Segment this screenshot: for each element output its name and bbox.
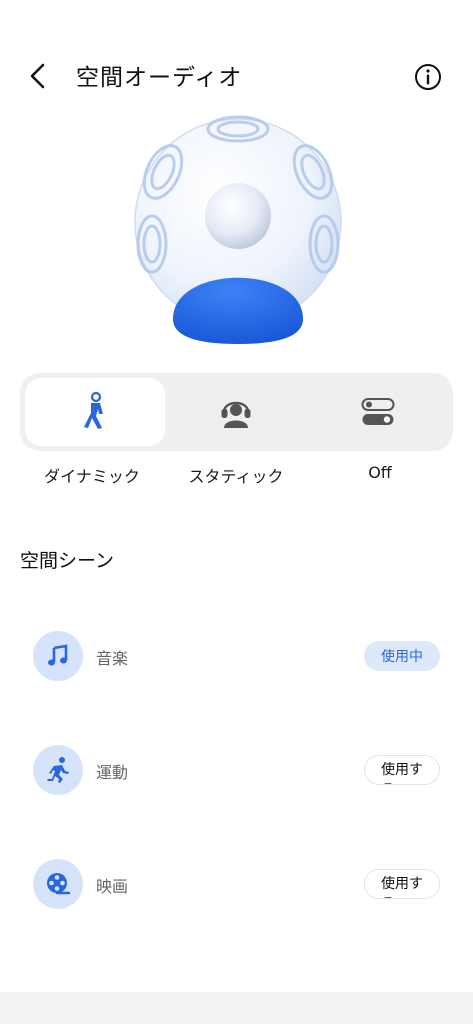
music-note-icon [48, 644, 68, 666]
scenes-section-title: 空間シーン [20, 550, 115, 572]
film-reel-icon [47, 873, 71, 895]
scene-status-badge[interactable]: 使用中 [364, 641, 440, 671]
mode-static-button[interactable] [166, 378, 306, 446]
info-circle-icon [415, 64, 441, 90]
chevron-left-icon [30, 63, 45, 89]
headset-person-icon [221, 401, 251, 428]
scene-icon-wrap [33, 745, 83, 795]
mode-dynamic-label: ダイナミック [44, 467, 140, 486]
page-title: 空間オーディオ [76, 65, 243, 91]
toggle-switches-icon [361, 398, 395, 425]
mode-static-label: スタティック [188, 467, 284, 486]
walking-person-icon [84, 392, 103, 429]
info-button[interactable] [412, 61, 444, 93]
scene-use-button[interactable]: 使用す る [364, 869, 440, 899]
scene-label: 音楽 [96, 649, 129, 668]
scene-row-music[interactable]: 音楽 使用中 [0, 627, 473, 687]
bottom-system-bar [0, 992, 473, 1024]
mode-selector [20, 373, 453, 451]
back-button[interactable] [22, 60, 54, 92]
running-icon [47, 757, 69, 783]
scene-label: 映画 [96, 877, 129, 896]
scene-icon-wrap [33, 859, 83, 909]
scene-label: 運動 [96, 763, 129, 782]
scene-use-button[interactable]: 使用す る [364, 755, 440, 785]
scene-icon-wrap [33, 631, 83, 681]
mode-dynamic-button[interactable] [25, 378, 165, 446]
scene-row-movie[interactable]: 映画 使用す る [0, 855, 473, 915]
mode-off-button[interactable] [308, 378, 448, 446]
spatial-audio-illustration [118, 104, 358, 354]
scene-row-sports[interactable]: 運動 使用す る [0, 741, 473, 801]
mode-off-label: Off [368, 463, 392, 482]
